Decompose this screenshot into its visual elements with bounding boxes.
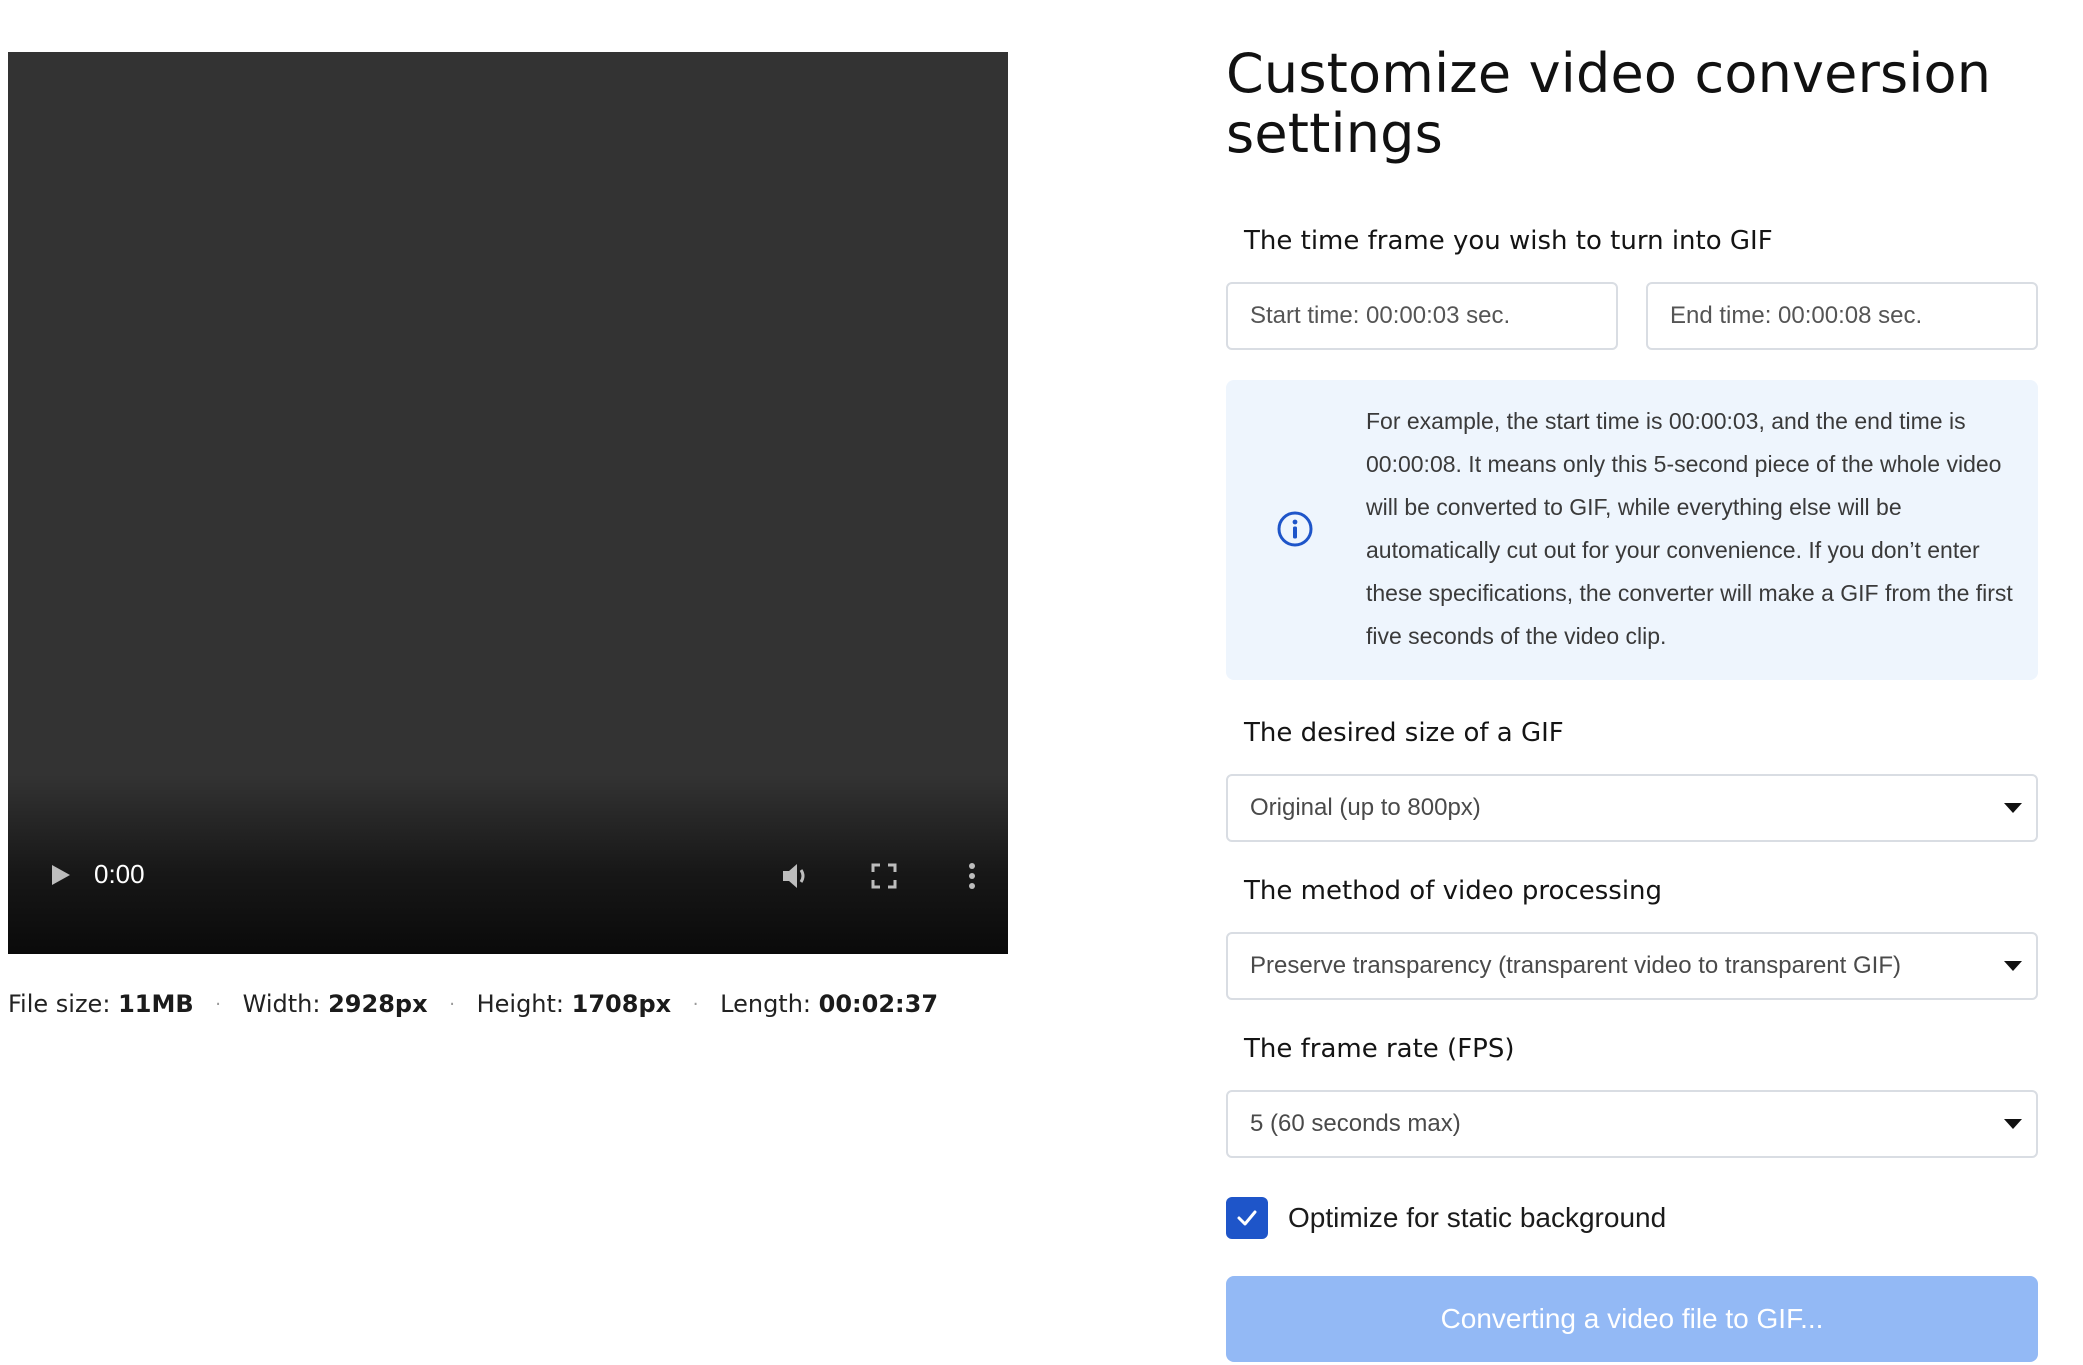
video-player[interactable]: 0:00 [8, 52, 1008, 954]
height-value: 1708px [571, 990, 672, 1018]
optimize-row: Optimize for static background [1226, 1196, 1666, 1240]
play-icon[interactable] [44, 858, 78, 892]
optimize-label[interactable]: Optimize for static background [1288, 1202, 1666, 1234]
time-frame-label: The time frame you wish to turn into GIF [1244, 226, 1773, 256]
file-size-value: 11MB [118, 990, 194, 1018]
controls-gradient [8, 774, 1008, 954]
current-time: 0:00 [94, 859, 145, 889]
fullscreen-icon[interactable] [864, 856, 904, 896]
settings-panel: Customize video conversion settings The … [1226, 42, 2038, 1362]
gif-size-label: The desired size of a GIF [1244, 718, 1564, 748]
processing-method-label: The method of video processing [1244, 876, 1663, 906]
convert-button[interactable]: Converting a video file to GIF... [1226, 1276, 2038, 1362]
file-size-label: File size: [8, 990, 111, 1018]
optimize-checkbox[interactable] [1226, 1197, 1268, 1239]
frame-rate-select[interactable]: 5 (60 seconds max) [1226, 1090, 2038, 1158]
chevron-down-icon [2004, 961, 2022, 971]
processing-method-select[interactable]: Preserve transparency (transparent video… [1226, 932, 2038, 1000]
frame-rate-value: 5 (60 seconds max) [1250, 1110, 1461, 1137]
info-text: For example, the start time is 00:00:03,… [1366, 408, 2013, 649]
gif-size-select[interactable]: Original (up to 800px) [1226, 774, 2038, 842]
start-time-input[interactable] [1226, 282, 1618, 350]
chevron-down-icon [2004, 1119, 2022, 1129]
end-time-input[interactable] [1646, 282, 2038, 350]
gif-size-value: Original (up to 800px) [1250, 794, 1481, 821]
info-icon [1277, 511, 1313, 547]
page: 0:00 File size: 11MB · Width: 2928px · H… [0, 0, 2083, 1365]
length-value: 00:02:37 [818, 990, 939, 1018]
more-vertical-icon[interactable] [952, 856, 992, 896]
separator: · [449, 994, 455, 1015]
processing-method-value: Preserve transparency (transparent video… [1250, 952, 1901, 979]
checkmark-icon [1237, 1210, 1257, 1226]
info-callout: For example, the start time is 00:00:03,… [1226, 380, 2038, 680]
volume-icon[interactable] [776, 856, 816, 896]
separator: · [692, 994, 699, 1015]
separator: · [215, 994, 222, 1015]
page-title: Customize video conversion settings [1226, 42, 1992, 165]
width-label: Width: [242, 990, 321, 1018]
file-info: File size: 11MB · Width: 2928px · Height… [8, 990, 938, 1018]
height-label: Height: [476, 990, 565, 1018]
width-value: 2928px [328, 990, 428, 1018]
length-label: Length: [720, 990, 812, 1018]
chevron-down-icon [2004, 803, 2022, 813]
frame-rate-label: The frame rate (FPS) [1244, 1034, 1515, 1064]
